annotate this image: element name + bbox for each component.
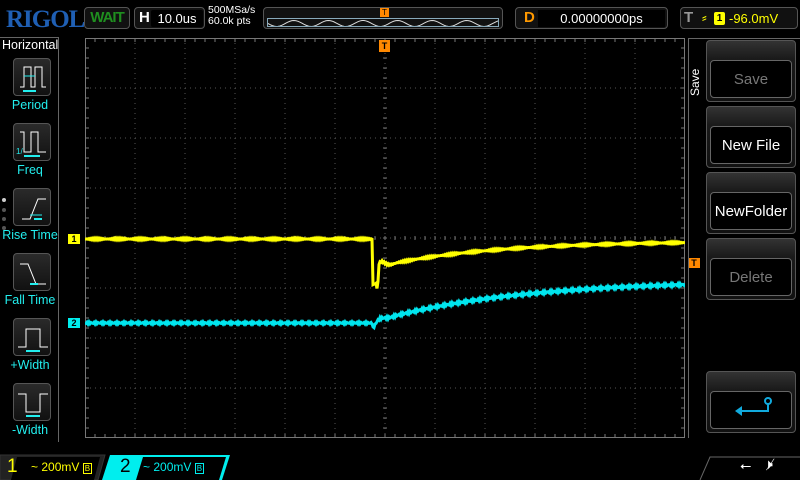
ch2-marker[interactable]: 2 bbox=[68, 318, 80, 328]
ch1-scale[interactable]: ~ 200mV B bbox=[31, 460, 93, 474]
timebase-value: 10.0us bbox=[151, 10, 203, 27]
delay-value: 0.00000000ps bbox=[538, 10, 665, 27]
new-file-label: New File bbox=[710, 126, 792, 164]
trigger-time-marker[interactable]: T bbox=[379, 40, 390, 52]
measure-positive-width-button[interactable] bbox=[13, 318, 51, 356]
measure-rise-time-label: Rise Time bbox=[2, 228, 58, 242]
memory-waveform bbox=[267, 18, 499, 27]
save-label: Save bbox=[710, 60, 792, 98]
bandwidth-limit-icon: B bbox=[194, 463, 205, 474]
usb-icon: ⭠ bbox=[740, 457, 752, 473]
measure-rise-time-button[interactable] bbox=[13, 188, 51, 226]
back-button[interactable] bbox=[706, 371, 796, 433]
trigger-key: T bbox=[684, 9, 694, 26]
new-file-button[interactable]: New File bbox=[706, 106, 796, 168]
delay-box[interactable]: D 0.00000000ps bbox=[515, 7, 668, 29]
memory-overview[interactable]: T bbox=[263, 7, 503, 29]
ch1-scale-value: 200mV bbox=[41, 460, 80, 474]
measure-negative-width-button[interactable] bbox=[13, 383, 51, 421]
ch2-coupling: ~ bbox=[143, 460, 151, 474]
svg-text:1/: 1/ bbox=[16, 147, 23, 156]
bandwidth-limit-icon: B bbox=[82, 463, 93, 474]
fall-time-icon bbox=[20, 263, 46, 285]
measure-positive-width-label: +Width bbox=[10, 358, 50, 372]
ch2-scale[interactable]: ~ 200mV B bbox=[143, 460, 205, 474]
ch2-number[interactable]: 2 bbox=[120, 456, 131, 478]
new-folder-button[interactable]: NewFolder bbox=[706, 172, 796, 234]
positive-width-icon bbox=[18, 328, 48, 352]
measure-freq-button[interactable]: 1/ bbox=[13, 123, 51, 161]
return-arrow-icon bbox=[735, 397, 772, 416]
memory-depth: 60.0k pts bbox=[208, 15, 251, 27]
rigol-logo: RIGOL bbox=[6, 6, 85, 33]
measure-freq-label: Freq bbox=[17, 163, 43, 177]
trigger-source: 1 bbox=[714, 12, 725, 25]
trigger-level: -96.0mV bbox=[729, 11, 779, 26]
rise-time-icon bbox=[22, 198, 46, 220]
timebase-key: H bbox=[139, 9, 150, 26]
page-dot bbox=[2, 217, 6, 221]
page-dot bbox=[2, 208, 6, 212]
measure-fall-time-button[interactable] bbox=[13, 253, 51, 291]
ch1-number[interactable]: 1 bbox=[7, 456, 18, 478]
run-status[interactable]: WAIT bbox=[84, 7, 130, 29]
waveform-grid[interactable] bbox=[85, 38, 685, 438]
negative-width-icon bbox=[18, 393, 48, 417]
measure-fall-time-label: Fall Time bbox=[4, 293, 56, 307]
trigger-position-marker: T bbox=[380, 8, 389, 17]
measure-negative-width-label: -Width bbox=[11, 423, 49, 437]
trigger-box[interactable]: T ⸗ 1 -96.0mV bbox=[680, 7, 798, 29]
ch1-coupling: ~ bbox=[31, 460, 39, 474]
acquisition-info: 500MSa/s 60.0k pts bbox=[208, 5, 255, 27]
ch1-marker[interactable]: 1 bbox=[68, 234, 80, 244]
delete-label: Delete bbox=[710, 258, 792, 296]
measure-period-label: Period bbox=[11, 98, 49, 112]
ch2-trace bbox=[85, 280, 685, 331]
ch1-trace bbox=[85, 235, 685, 289]
menu-title: Horizontal bbox=[2, 38, 59, 52]
page-dot bbox=[2, 198, 6, 202]
freq-icon: 1/ bbox=[16, 131, 46, 157]
save-button[interactable]: Save bbox=[706, 40, 796, 102]
period-icon bbox=[20, 66, 46, 92]
delete-button[interactable]: Delete bbox=[706, 238, 796, 300]
sound-muted-icon[interactable]: 🕨̸ bbox=[764, 456, 773, 473]
delay-key: D bbox=[524, 9, 535, 26]
measure-period-button[interactable] bbox=[13, 58, 51, 96]
save-menu-title: Save bbox=[688, 68, 702, 96]
rising-edge-icon: ⸗ bbox=[702, 9, 707, 25]
new-folder-label: NewFolder bbox=[710, 192, 792, 230]
ch2-scale-value: 200mV bbox=[153, 460, 192, 474]
timebase-box[interactable]: H 10.0us bbox=[134, 7, 205, 29]
